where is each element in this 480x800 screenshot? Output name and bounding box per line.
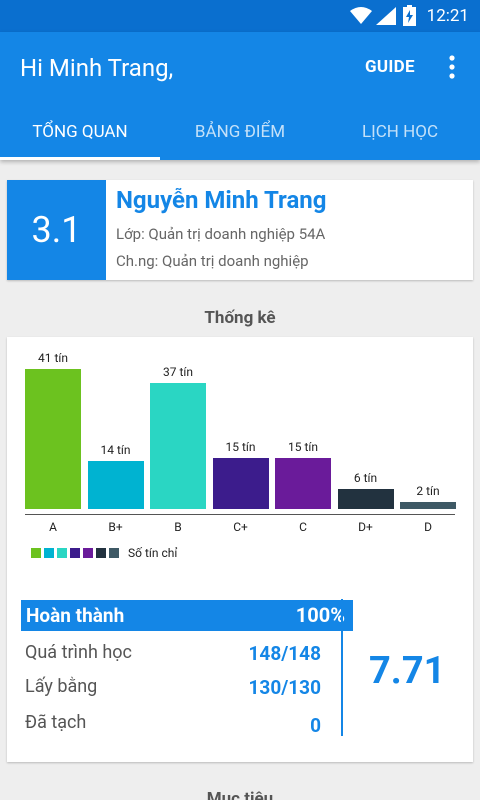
profile-card[interactable]: 3.1 Nguyễn Minh Trang Lớp: Quản trị doan… <box>7 180 473 280</box>
completion-row: Hoàn thành 100% <box>21 600 353 631</box>
legend-swatch <box>57 548 67 558</box>
legend-label: Số tín chỉ <box>128 546 178 560</box>
bar-B+ <box>87 461 144 509</box>
greeting-title: Hi Minh Trang, <box>20 54 174 82</box>
battery-charging-icon <box>403 5 416 26</box>
legend-swatch <box>31 548 41 558</box>
failed-label: Đã tạch <box>25 712 87 733</box>
summary-divider <box>341 599 343 736</box>
stats-title: Thống kê <box>204 308 276 328</box>
bar-B <box>150 382 206 509</box>
bar-C <box>275 457 331 509</box>
bar-C+ <box>212 457 269 509</box>
legend-swatch <box>109 548 119 558</box>
tab-bar: TỔNG QUAN BẢNG ĐIỂM LỊCH HỌC <box>0 112 480 160</box>
study-progress-label: Quá trình học <box>25 642 132 663</box>
major-line: Ch.ng: Quản trị doanh nghiệp <box>116 252 309 270</box>
status-bar: 12:21 <box>0 0 480 32</box>
bar-value-label: 37 tín <box>163 364 193 379</box>
wifi-icon <box>350 7 372 24</box>
chart-x-axis <box>25 514 455 515</box>
category-label: B+ <box>108 520 123 534</box>
bar-A <box>25 369 81 509</box>
overall-gpa: 7.71 <box>369 649 446 693</box>
bar-value-label: 6 tín <box>353 470 378 485</box>
stats-card: 41 tín A 14 tín B+ 37 tín B 15 tín C+ 15 tín C 6 t… <box>7 337 473 762</box>
active-tab-indicator <box>0 157 160 160</box>
goals-title: Mục tiêu <box>206 789 274 800</box>
bar-value-label: 2 tín <box>416 484 440 499</box>
category-label: C <box>299 520 307 534</box>
signal-icon <box>376 7 396 25</box>
guide-button[interactable]: GUIDE <box>365 57 415 77</box>
bar-D+ <box>337 488 394 509</box>
category-label: D <box>424 520 432 534</box>
degree-credits-label: Lấy bằng <box>25 676 98 697</box>
tab-transcript[interactable]: BẢNG ĐIỂM <box>160 112 320 160</box>
category-label: B <box>174 520 182 534</box>
completion-value: 100% <box>295 603 345 627</box>
category-label: A <box>49 520 57 534</box>
student-name: Nguyễn Minh Trang <box>116 186 327 214</box>
degree-credits-value: 130/130 <box>248 676 321 699</box>
failed-value: 0 <box>310 714 321 737</box>
bar-value-label: 14 tín <box>100 443 131 458</box>
bar-value-label: 15 tín <box>288 439 318 454</box>
gpa-badge: 3.1 <box>7 180 106 280</box>
bar-D <box>400 502 456 509</box>
bar-value-label: 15 tín <box>225 439 256 454</box>
clock: 12:21 <box>426 6 469 26</box>
class-line: Lớp: Quản trị doanh nghiệp 54A <box>116 225 326 243</box>
tab-overview[interactable]: TỔNG QUAN <box>0 112 160 160</box>
legend-swatch <box>83 548 93 558</box>
completion-label: Hoàn thành <box>26 604 125 627</box>
study-progress-value: 148/148 <box>248 642 321 665</box>
app-bar: Hi Minh Trang, GUIDE TỔNG QUAN BẢNG ĐIỂM… <box>0 32 480 160</box>
bar-value-label: 41 tín <box>38 351 68 365</box>
legend-swatch <box>44 548 54 558</box>
legend-swatch <box>96 548 106 558</box>
category-label: D+ <box>358 520 373 534</box>
more-vert-icon[interactable] <box>442 54 462 80</box>
legend-swatch <box>70 548 80 558</box>
tab-schedule[interactable]: LỊCH HỌC <box>320 112 480 160</box>
category-label: C+ <box>233 520 248 534</box>
